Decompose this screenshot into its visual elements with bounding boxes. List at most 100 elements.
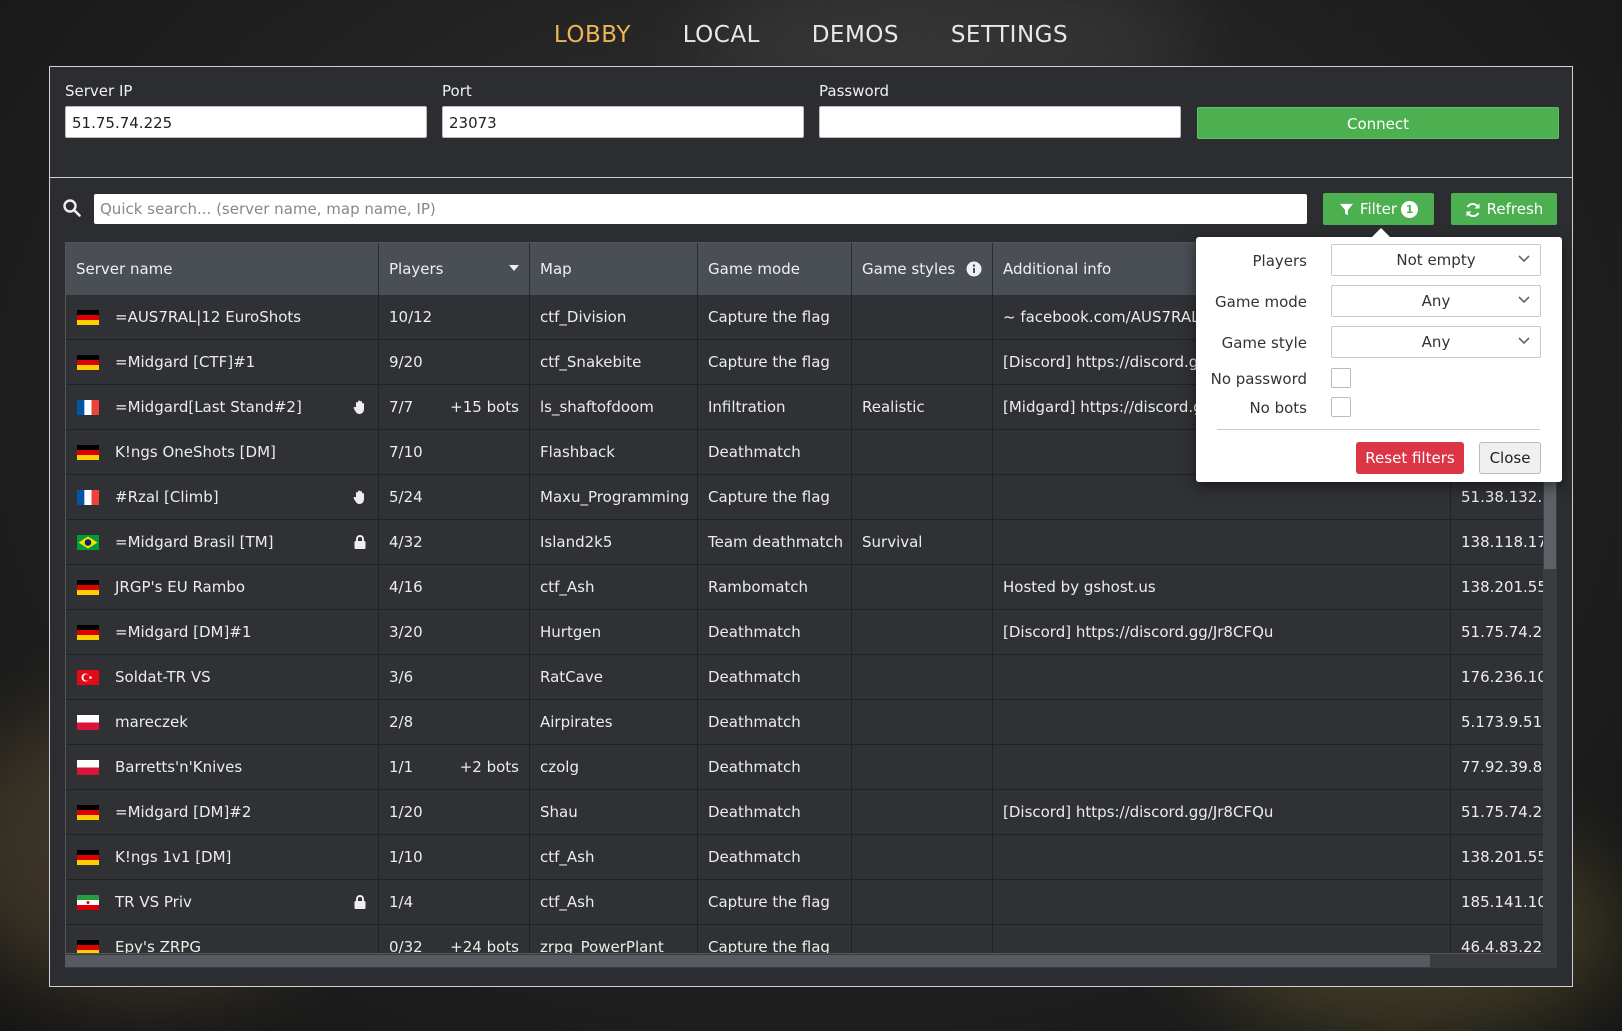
cell-styles [852,655,993,700]
cell-info: Hosted by gshost.us [993,565,1451,610]
horizontal-scroll-thumb[interactable] [65,955,1430,967]
flag-fr-icon [77,490,99,505]
close-popover-button[interactable]: Close [1479,442,1541,474]
cell-mode: Capture the flag [698,475,852,520]
cell-mode: Capture the flag [698,880,852,925]
column-header-server-name[interactable]: Server name [66,243,379,295]
players-filter-select[interactable]: Not empty [1331,244,1541,276]
cell-styles [852,340,993,385]
flag-tr-icon [77,670,99,685]
horizontal-scrollbar[interactable] [65,954,1557,968]
cell-ip: 138.201.55 [1461,848,1547,866]
table-row[interactable]: =Midgard [DM]#1 3/20 Hurtgen Deathmatch [Dis… [66,610,1556,655]
tab-demos[interactable]: DEMOS [812,22,899,48]
server-name-text: =Midgard [CTF]#1 [115,353,256,371]
cell-server-name: Soldat-TR VS [66,655,379,700]
table-row[interactable]: =Midgard Brasil [TM] 4/32 Island2k5 Team de… [66,520,1556,565]
tab-settings[interactable]: SETTINGS [951,22,1068,48]
no-password-checkbox[interactable] [1331,368,1351,388]
connect-button[interactable]: Connect [1197,107,1559,139]
table-row[interactable]: =Midgard [DM]#2 1/20 Shau Deathmatch [Discor… [66,790,1556,835]
port-input[interactable]: 23073 [442,106,804,138]
bots-count: +24 bots [450,938,519,954]
cell-players: 10/12 [379,295,530,340]
refresh-button[interactable]: Refresh [1451,193,1557,225]
flag-de-icon [77,580,99,595]
cell-map: RatCave [530,655,698,700]
players-count: 2/8 [389,713,414,731]
cell-server-name: TR VS Priv [66,880,379,925]
reset-filters-button[interactable]: Reset filters [1356,442,1464,474]
info-icon[interactable] [966,261,982,277]
game-style-filter-label: Game style [1221,334,1307,352]
cell-info [993,655,1451,700]
tab-lobby[interactable]: LOBBY [554,22,631,48]
table-row[interactable]: Epy's ZRPG 0/32 +24 bots zrpg_PowerPlant Cap… [66,925,1556,954]
cell-server-name: mareczek [66,700,379,745]
flag-fr-icon [77,400,99,415]
quick-search-input[interactable]: Quick search... (server name, map name, … [94,194,1307,224]
flag-de-icon [77,625,99,640]
column-header-players-label: Players [389,260,444,278]
cell-info [993,520,1451,565]
cell-mode: Deathmatch [698,610,852,655]
cell-styles [852,835,993,880]
column-header-game-mode[interactable]: Game mode [698,243,852,295]
chevron-down-icon [1518,255,1530,263]
cell-mode: Deathmatch [698,790,852,835]
cell-styles [852,880,993,925]
column-header-players[interactable]: Players [379,243,530,295]
flag-de-icon [77,445,99,460]
filter-button[interactable]: Filter 1 [1323,193,1434,225]
filter-icon [1339,203,1353,216]
port-label: Port [442,82,472,100]
no-password-label: No password [1210,370,1307,388]
server-ip-group: Server IP 51.75.74.225 [65,82,427,138]
players-count: 3/6 [389,668,414,686]
password-label: Password [819,82,890,100]
server-ip-input[interactable]: 51.75.74.225 [65,106,427,138]
flag-de-icon [77,850,99,865]
column-header-game-styles-label: Game styles [862,260,956,278]
cell-map: ctf_Ash [530,880,698,925]
players-count: 1/1 [389,758,414,776]
game-style-filter-value: Any [1421,333,1451,351]
cell-server-name: Barretts'n'Knives [66,745,379,790]
server-name-text: TR VS Priv [115,893,192,911]
cell-mode: Team deathmatch [698,520,852,565]
flag-pl-icon [77,715,99,730]
cell-players: 1/10 [379,835,530,880]
column-header-map[interactable]: Map [530,243,698,295]
cell-players: 7/10 [379,430,530,475]
popover-divider [1217,429,1540,430]
table-row[interactable]: Soldat-TR VS 3/6 RatCave Deathmatch 176.236.… [66,655,1556,700]
players-count: 7/10 [389,443,423,461]
players-count: 5/24 [389,488,423,506]
cell-server-name: K!ngs OneShots [DM] [66,430,379,475]
cell-mode: Deathmatch [698,745,852,790]
cell-players: 3/20 [379,610,530,655]
column-header-game-styles[interactable]: Game styles [852,243,993,295]
cell-ip: 5.173.9.51 [1461,713,1543,731]
tab-local[interactable]: LOCAL [683,22,760,48]
cell-mode: Infiltration [698,385,852,430]
game-style-filter-select[interactable]: Any [1331,326,1541,358]
cell-ip: 138.201.55 [1461,578,1547,596]
password-input[interactable] [819,106,1181,138]
lock-icon [354,895,366,909]
cell-info [993,835,1451,880]
table-row[interactable]: JRGP's EU Rambo 4/16 ctf_Ash Rambomatch Host… [66,565,1556,610]
cell-server-name: =Midgard Brasil [TM] [66,520,379,565]
table-row[interactable]: K!ngs 1v1 [DM] 1/10 ctf_Ash Deathmatch 138.2… [66,835,1556,880]
lock-icon [354,535,366,549]
filter-popover: Players Not empty Game mode Any Game sty… [1196,228,1562,482]
table-row[interactable]: mareczek 2/8 Airpirates Deathmatch 5.173.9.5… [66,700,1556,745]
cell-map: ls_shaftofdoom [530,385,698,430]
cell-mode: Deathmatch [698,835,852,880]
no-bots-checkbox[interactable] [1331,397,1351,417]
server-name-text: Barretts'n'Knives [115,758,243,776]
game-mode-filter-select[interactable]: Any [1331,285,1541,317]
table-row[interactable]: Barretts'n'Knives 1/1 +2 bots czolg Deathmat… [66,745,1556,790]
flag-br-icon [77,535,99,550]
table-row[interactable]: TR VS Priv 1/4 ctf_Ash Capture the flag 185.… [66,880,1556,925]
